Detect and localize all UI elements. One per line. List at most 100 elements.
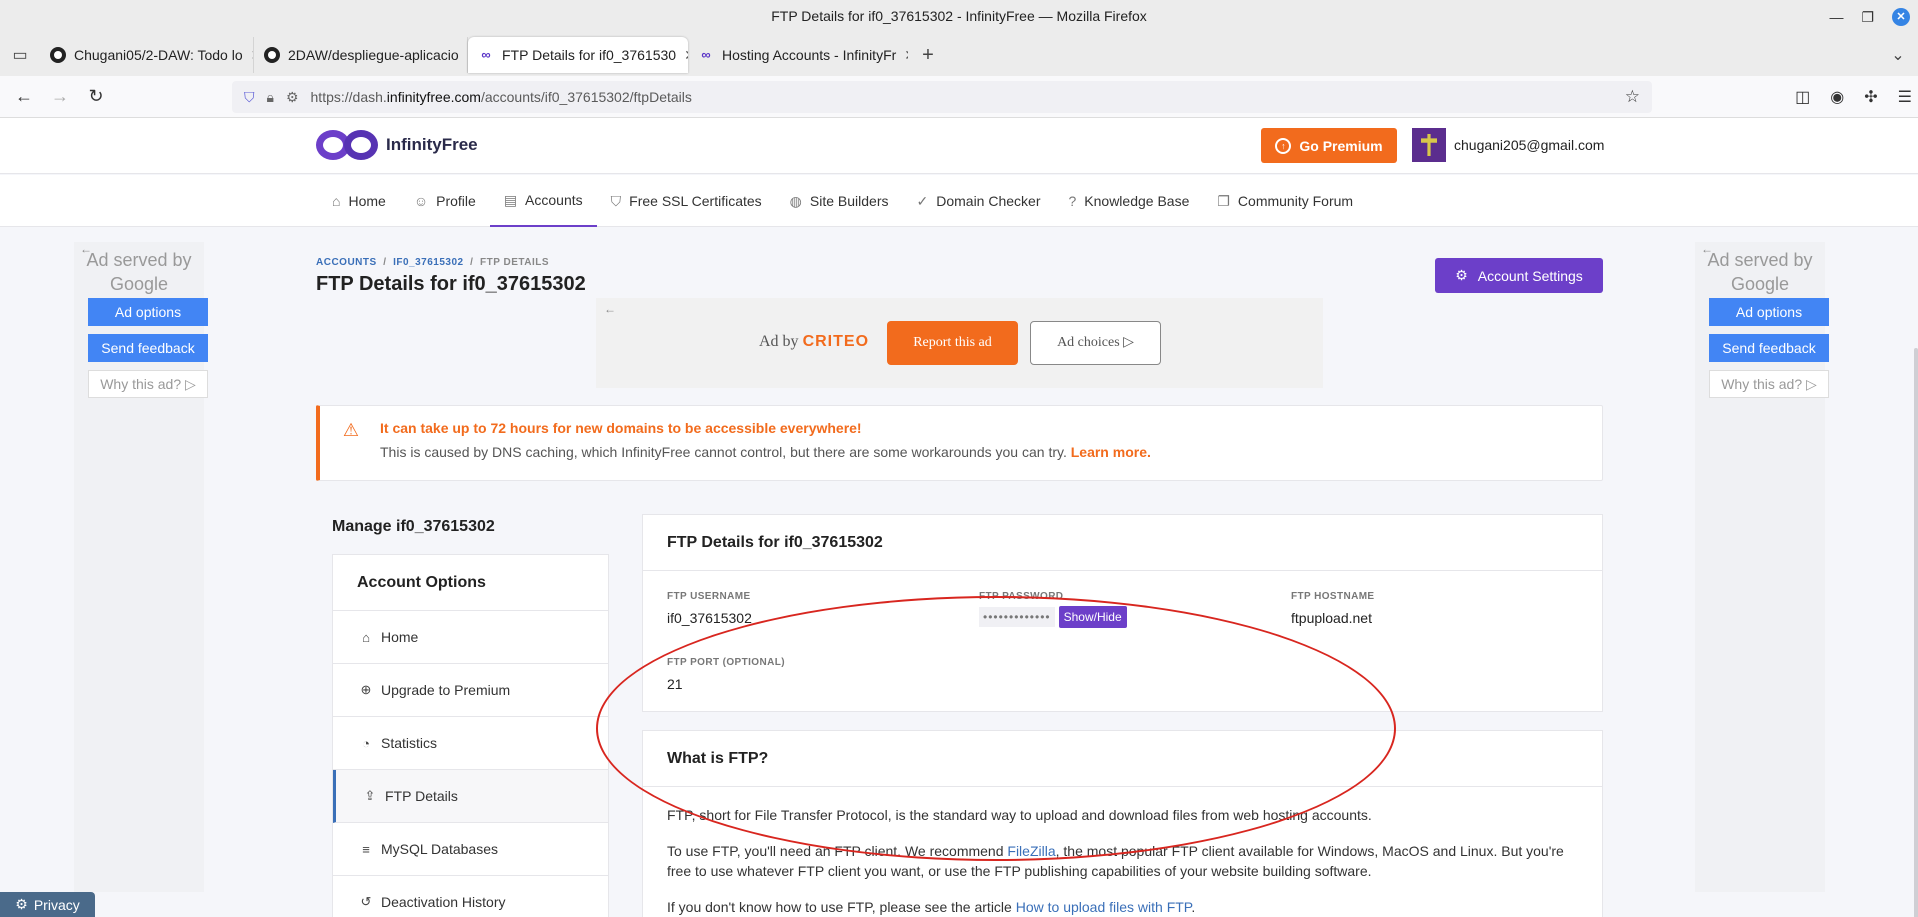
how-to-upload-link[interactable]: How to upload files with FTP	[1016, 899, 1192, 915]
history-icon: ↺	[360, 894, 372, 909]
avatar	[1412, 128, 1446, 162]
send-feedback-button[interactable]: Send feedback	[1709, 334, 1829, 362]
show-hide-button[interactable]: Show/Hide	[1058, 606, 1127, 628]
ftp-port-value[interactable]: 21	[667, 676, 785, 692]
url-bar[interactable]: ⛉ 🔒︎ ⚙ https://dash.infinityfree.com/acc…	[232, 81, 1652, 113]
window-controls: — ❐ ✕	[1829, 0, 1910, 34]
ad-choices-button[interactable]: Ad choices ▷	[1030, 321, 1161, 365]
breadcrumb-account[interactable]: IF0_37615302	[393, 257, 464, 268]
ftp-hostname-field: FTP HOSTNAME ftpupload.net	[1291, 591, 1375, 626]
account-icon[interactable]: ◉	[1830, 87, 1844, 107]
infinity-logo-icon	[316, 128, 380, 162]
card-title: What is FTP?	[643, 731, 1602, 787]
ftp-details-card: FTP Details for if0_37615302 FTP USERNAM…	[642, 514, 1603, 712]
send-feedback-button[interactable]: Send feedback	[88, 334, 208, 362]
learn-more-link[interactable]: Learn more.	[1071, 444, 1151, 460]
ftp-username-value[interactable]: if0_37615302	[667, 610, 752, 626]
nav-profile[interactable]: ☺ Profile	[400, 175, 490, 227]
nav-community-forum[interactable]: ❐ Community Forum	[1203, 175, 1367, 227]
extensions-icon[interactable]: ✣	[1864, 87, 1877, 107]
close-window-icon[interactable]: ✕	[1892, 8, 1910, 26]
window-titlebar: FTP Details for if0_37615302 - InfinityF…	[0, 0, 1918, 34]
page-title: FTP Details for if0_37615302	[316, 273, 586, 295]
back-arrow-icon[interactable]: ←	[604, 302, 616, 316]
tab-github-todo[interactable]: Chugani05/2-DAW: Todo lo ✕	[40, 37, 254, 73]
home-icon: ⌂	[332, 193, 341, 209]
ad-options-button[interactable]: Ad options	[88, 298, 208, 326]
nav-accounts[interactable]: ▤ Accounts	[489, 175, 597, 227]
ftp-password-field: FTP PASSWORD ••••••••••••• Show/Hide	[979, 591, 1127, 628]
nav-free-ssl[interactable]: ⛉ Free SSL Certificates	[597, 175, 776, 227]
new-tab-icon[interactable]: +	[908, 44, 948, 67]
database-icon: ≡	[362, 841, 370, 857]
permissions-icon[interactable]: ⚙	[286, 89, 299, 106]
forward-icon[interactable]: →	[42, 86, 78, 107]
card-title: FTP Details for if0_37615302	[643, 515, 1602, 571]
ftp-password-value[interactable]: •••••••••••••	[979, 607, 1055, 627]
breadcrumb: ACCOUNTS / IF0_37615302 / FTP DETAILS	[316, 257, 550, 268]
question-icon: ?	[1068, 193, 1077, 209]
tab-hosting-accounts[interactable]: ∞ Hosting Accounts - InfinityFr ✕	[688, 37, 908, 73]
chevron-down-icon[interactable]: ⌄	[1878, 45, 1918, 65]
menu-item-home[interactable]: ⌂ Home	[333, 611, 608, 664]
breadcrumb-accounts[interactable]: ACCOUNTS	[316, 257, 377, 268]
center-ad: ← Ad by CRITEO Report this ad Ad choices…	[596, 298, 1323, 388]
menu-item-deactivation[interactable]: ↺ Deactivation History	[333, 876, 608, 917]
menu-item-statistics[interactable]: ◔ Statistics	[333, 717, 608, 770]
report-ad-button[interactable]: Report this ad	[887, 321, 1018, 365]
account-settings-button[interactable]: ⚙ Account Settings	[1435, 258, 1603, 293]
ftp-username-field: FTP USERNAME if0_37615302	[667, 591, 752, 626]
nav-home[interactable]: ⌂ Home	[318, 175, 400, 227]
tab-list-icon[interactable]: ▭	[0, 45, 40, 65]
breadcrumb-current: FTP DETAILS	[480, 257, 550, 268]
tab-github-despliegue[interactable]: 2DAW/despliegue-aplicacio ✕	[254, 37, 468, 73]
infinityfree-logo[interactable]: InfinityFree	[316, 128, 478, 162]
why-this-ad-button[interactable]: Why this ad? ▷	[1709, 370, 1829, 398]
bookmark-star-icon[interactable]: ☆	[1625, 87, 1640, 107]
menu-item-ftp-details[interactable]: ⇪ FTP Details	[333, 770, 608, 823]
minimize-icon[interactable]: —	[1829, 1, 1843, 33]
lock-icon[interactable]: 🔒︎	[267, 89, 274, 106]
go-premium-button[interactable]: ↑ Go Premium	[1261, 128, 1397, 163]
gear-icon: ⚙	[1455, 267, 1468, 283]
what-is-ftp-card: What is FTP? FTP, short for File Transfe…	[642, 730, 1603, 917]
nav-domain-checker[interactable]: ✓ Domain Checker	[902, 175, 1054, 227]
account-options-menu: Account Options ⌂ Home ⊕ Upgrade to Premiu…	[332, 554, 609, 917]
menu-heading: Account Options	[333, 555, 608, 611]
dns-warning-alert: ⚠ It can take up to 72 hours for new dom…	[316, 405, 1603, 481]
url-text[interactable]: https://dash.infinityfree.com/accounts/i…	[311, 89, 692, 105]
arrow-up-circle-icon: ↑	[1275, 137, 1292, 154]
server-icon: ▤	[503, 191, 518, 208]
menu-icon[interactable]: ☰	[1898, 87, 1912, 107]
arrow-up-circle-icon: ⊕	[360, 682, 372, 697]
menu-item-upgrade[interactable]: ⊕ Upgrade to Premium	[333, 664, 608, 717]
menu-item-mysql[interactable]: ≡ MySQL Databases	[333, 823, 608, 876]
main-nav: ⌂ Home ☺ Profile ▤ Accounts ⛉ Free SSL Certi…	[0, 175, 1918, 227]
ad-options-button[interactable]: Ad options	[1709, 298, 1829, 326]
shield-icon[interactable]: ⛉	[244, 89, 255, 106]
toolbar-right: ◫ ◉ ✣ ☰	[1795, 76, 1912, 118]
tab-ftp-details[interactable]: ∞ FTP Details for if0_3761530 ✕	[468, 37, 688, 73]
why-this-ad-button[interactable]: Why this ad? ▷	[88, 370, 208, 398]
github-icon	[50, 47, 66, 63]
page-content: InfinityFree ↑ Go Premium chugani205@gma…	[0, 118, 1918, 917]
scrollbar[interactable]	[1914, 348, 1918, 917]
infinityfree-icon: ∞	[701, 47, 711, 62]
nav-site-builders[interactable]: ◍ Site Builders	[776, 175, 903, 227]
maximize-icon[interactable]: ❐	[1861, 1, 1874, 33]
infinityfree-icon: ∞	[481, 47, 491, 62]
pocket-icon[interactable]: ◫	[1795, 87, 1810, 107]
nav-knowledge-base[interactable]: ? Knowledge Base	[1054, 175, 1203, 227]
privacy-button[interactable]: ⚙ Privacy	[0, 892, 95, 917]
gear-icon: ⚙	[15, 896, 28, 912]
user-menu[interactable]: chugani205@gmail.com	[1412, 128, 1604, 162]
back-icon[interactable]: ←	[6, 86, 42, 107]
file-upload-icon: ⇪	[364, 788, 376, 803]
site-header: InfinityFree ↑ Go Premium chugani205@gma…	[0, 118, 1918, 174]
tab-bar: ▭ Chugani05/2-DAW: Todo lo ✕ 2DAW/despli…	[0, 34, 1918, 76]
ftp-hostname-value[interactable]: ftpupload.net	[1291, 610, 1375, 626]
ftp-port-field: FTP PORT (OPTIONAL) 21	[667, 657, 785, 692]
window-title: FTP Details for if0_37615302 - InfinityF…	[771, 8, 1147, 24]
reload-icon[interactable]: ↻	[78, 86, 114, 107]
filezilla-link[interactable]: FileZilla	[1007, 843, 1055, 859]
